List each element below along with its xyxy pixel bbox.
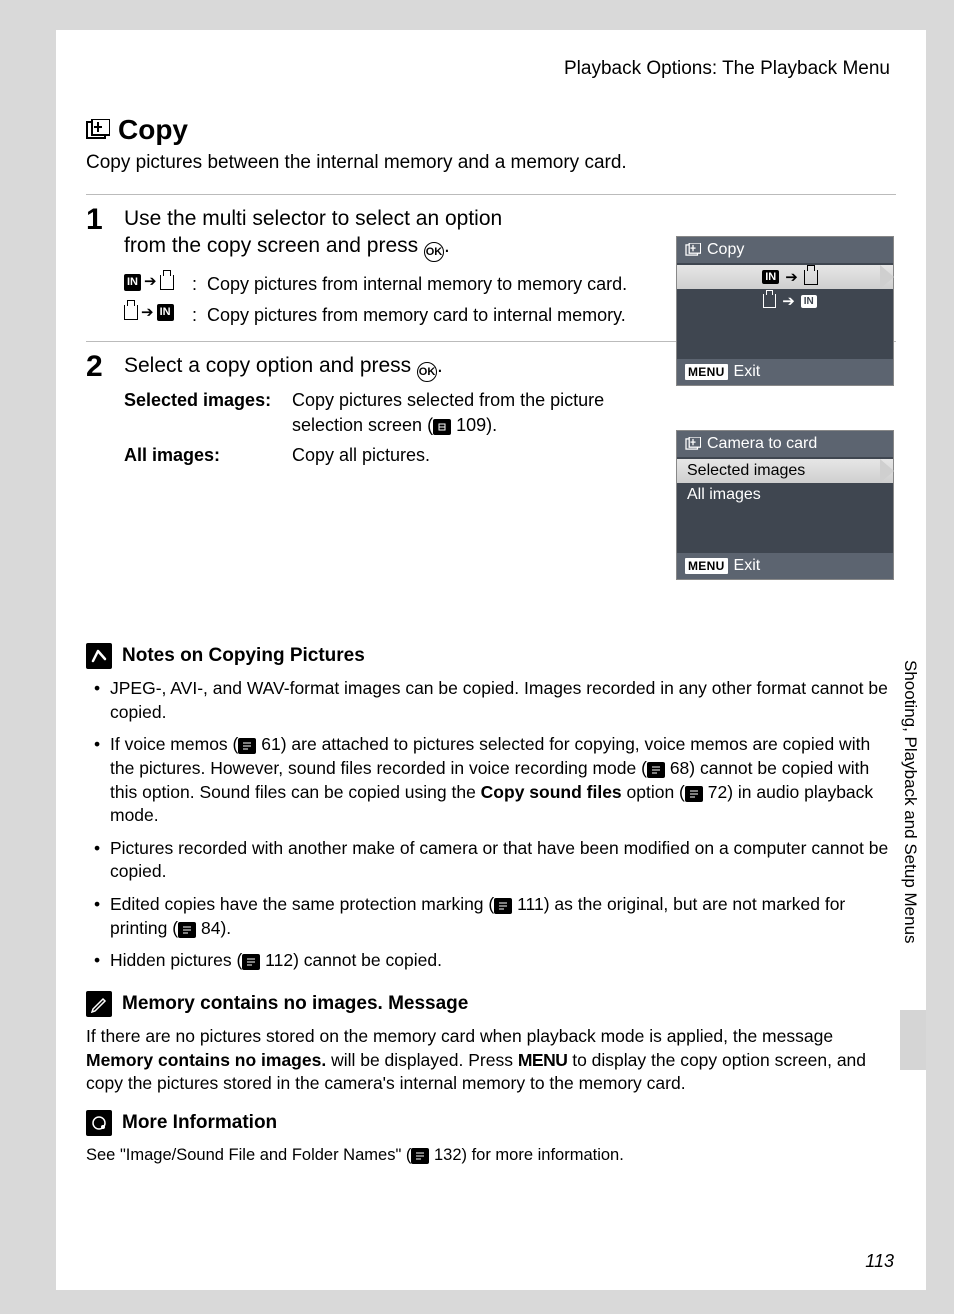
screen-title: Copy: [707, 241, 744, 259]
divider: [86, 194, 896, 195]
memory-card-icon: [804, 270, 818, 285]
page-ref-icon: [242, 954, 260, 970]
memory-message-text: If there are no pictures stored on the m…: [86, 1025, 896, 1096]
note-item: JPEG-, AVI-, and WAV-format images can b…: [100, 677, 896, 724]
screen-title: Camera to card: [707, 435, 817, 453]
more-info-text: See "Image/Sound File and Folder Names" …: [86, 1144, 896, 1166]
page-ref-icon: [178, 922, 196, 938]
note-item: If voice memos ( 61) are attached to pic…: [100, 733, 896, 828]
copy-icon: [685, 437, 701, 451]
arrow-right-icon: ➔: [785, 268, 798, 286]
memory-card-icon: [160, 275, 174, 290]
note-item: Edited copies have the same protection m…: [100, 893, 896, 940]
notes-heading: Notes on Copying Pictures: [86, 643, 896, 669]
copy-icon: [685, 243, 701, 257]
internal-memory-icon: IN: [762, 270, 779, 284]
copy-icon: [86, 119, 110, 141]
camera-screen-copy: Copy IN ➔ ➔ IN MENU Exit: [676, 236, 894, 386]
running-head: Playback Options: The Playback Menu: [86, 58, 890, 80]
screen-option: ➔ IN: [677, 289, 893, 313]
page-ref-icon: [433, 419, 451, 435]
menu-button-icon: MENU: [685, 364, 728, 380]
arrow-right-icon: ➔: [144, 272, 157, 292]
memory-card-icon: [763, 294, 776, 308]
pencil-icon: [86, 991, 112, 1017]
side-tab: Shooting, Playback and Setup Menus: [892, 630, 926, 1070]
camera-screen-camera-to-card: Camera to card Selected images All image…: [676, 430, 894, 580]
screen-option-selected: Selected images: [677, 459, 893, 483]
memory-message-heading: Memory contains no images. Message: [86, 991, 896, 1017]
page-number: 113: [865, 1251, 894, 1272]
page-ref-icon: [647, 762, 665, 778]
side-section-label: Shooting, Playback and Setup Menus: [900, 660, 920, 944]
screen-footer: Exit: [734, 363, 761, 381]
arrow-right-icon: ➔: [782, 292, 795, 310]
internal-memory-icon: IN: [801, 295, 817, 308]
screen-option: All images: [677, 483, 893, 507]
page-ref-icon: [411, 1148, 429, 1164]
page-ref-icon: [494, 898, 512, 914]
step-number: 2: [86, 352, 110, 382]
warning-icon: [86, 643, 112, 669]
arrow-right-icon: ➔: [141, 303, 154, 323]
more-info-heading: More Information: [86, 1110, 896, 1136]
notes-list: JPEG-, AVI-, and WAV-format images can b…: [86, 677, 896, 973]
page-ref-icon: [685, 786, 703, 802]
note-item: Hidden pictures ( 112) cannot be copied.: [100, 949, 896, 973]
ok-icon: OK: [417, 362, 437, 382]
ok-icon: OK: [424, 242, 444, 262]
menu-text-inline: MENU: [518, 1050, 568, 1070]
memory-card-icon: [124, 305, 138, 320]
step-number: 1: [86, 205, 110, 235]
section-title: Copy: [86, 114, 896, 146]
info-icon: [86, 1110, 112, 1136]
menu-button-icon: MENU: [685, 558, 728, 574]
side-tab-chip: [900, 1010, 926, 1070]
internal-memory-icon: IN: [157, 304, 174, 321]
screen-option-selected: IN ➔: [677, 265, 893, 289]
internal-memory-icon: IN: [124, 274, 141, 291]
note-item: Pictures recorded with another make of c…: [100, 837, 896, 884]
step-text: Select a copy option and press OK.: [124, 352, 594, 382]
screen-footer: Exit: [734, 557, 761, 575]
step-text: Use the multi selector to select an opti…: [124, 205, 594, 262]
page-ref-icon: [238, 738, 256, 754]
section-intro: Copy pictures between the internal memor…: [86, 152, 896, 174]
